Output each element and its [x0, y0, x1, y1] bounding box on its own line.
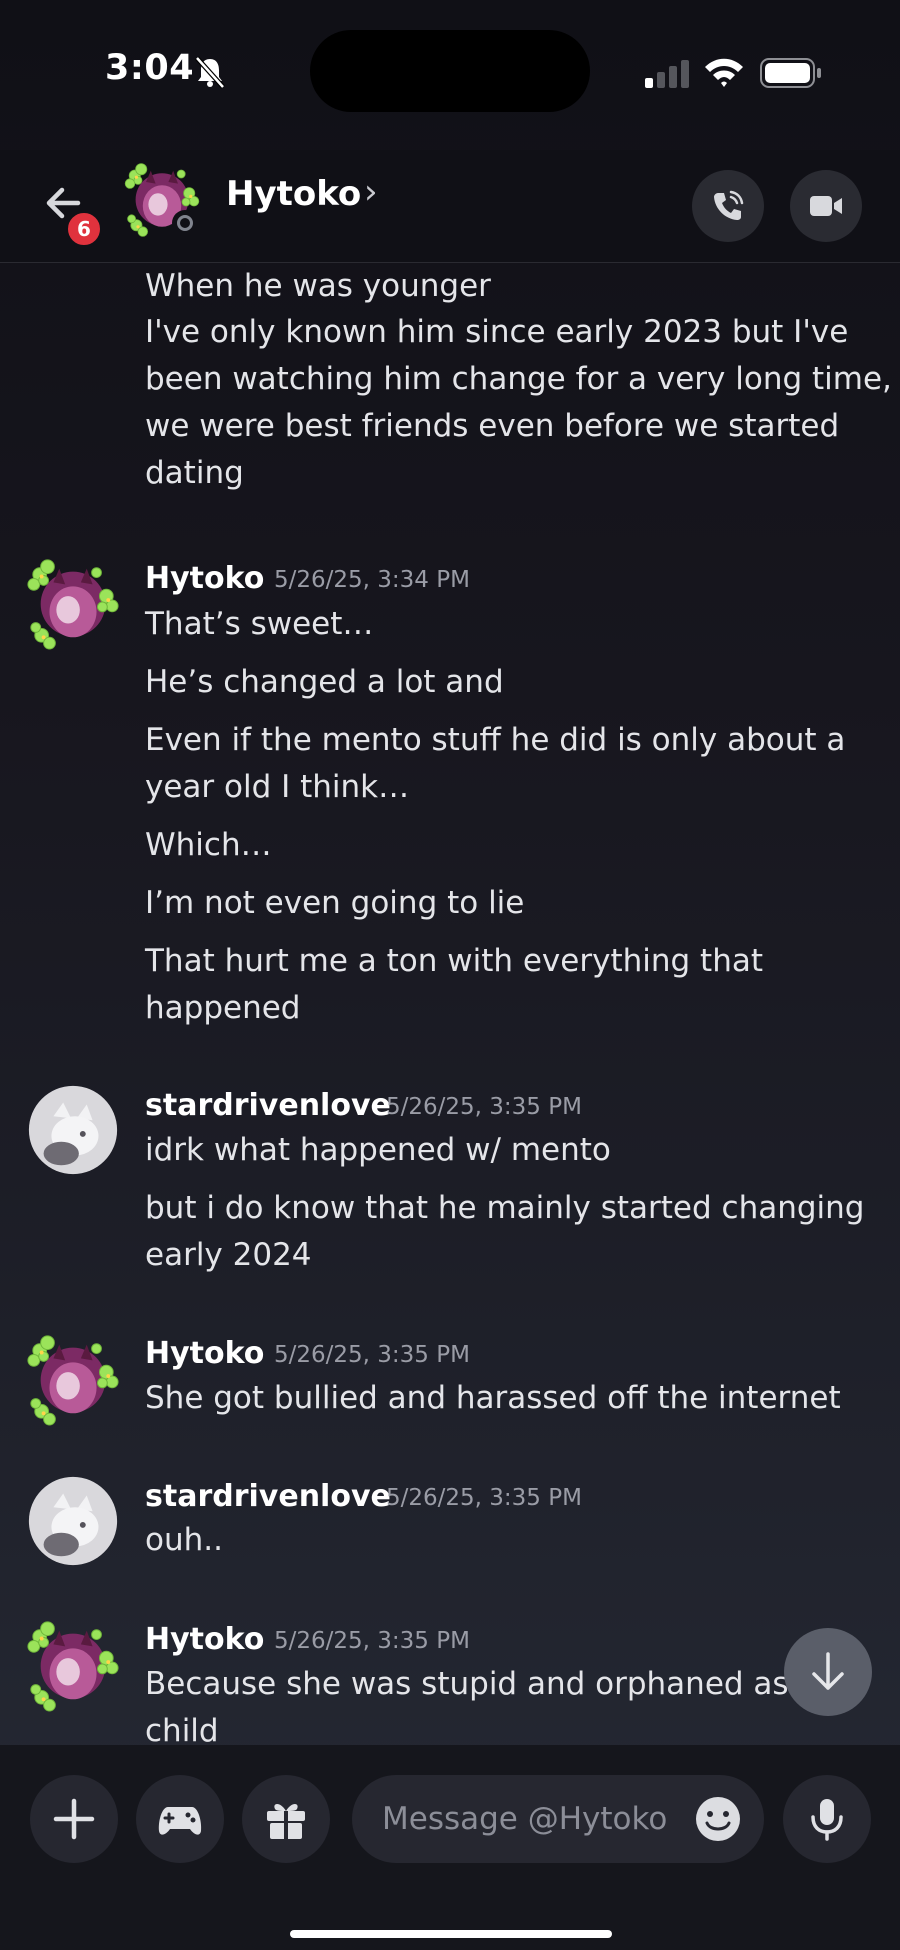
emoji-icon[interactable] — [692, 1793, 744, 1845]
message-list[interactable]: When he was younger I've only known him … — [0, 263, 900, 1745]
message-timestamp: 5/26/25, 3:35 PM — [386, 1094, 582, 1120]
battery-icon — [760, 58, 821, 88]
message-line: He’s changed a lot and — [145, 664, 504, 700]
voice-call-button[interactable] — [692, 170, 764, 242]
user-avatar[interactable] — [24, 1081, 122, 1179]
message-line: early 2024 — [145, 1237, 312, 1273]
message-line: Which… — [145, 827, 272, 863]
message-line: When he was younger — [145, 268, 491, 304]
dynamic-island — [310, 30, 590, 112]
message-input[interactable] — [382, 1797, 682, 1841]
chevron-right-icon[interactable]: › — [364, 172, 378, 212]
message-line: happened — [145, 990, 301, 1026]
user-avatar[interactable] — [24, 1615, 122, 1713]
message-input-container[interactable] — [352, 1775, 764, 1863]
message-author[interactable]: Hytoko — [145, 561, 264, 596]
video-camera-icon — [810, 196, 842, 216]
message-author[interactable]: Hytoko — [145, 1622, 264, 1657]
cellular-signal-icon — [645, 60, 689, 88]
voice-message-button[interactable] — [783, 1775, 871, 1863]
message-line: I've only known him since early 2023 but… — [145, 314, 849, 350]
plus-icon — [53, 1798, 95, 1840]
unread-count-badge: 6 — [65, 210, 103, 248]
jump-to-latest-button[interactable] — [784, 1628, 872, 1716]
gamepad-icon — [158, 1807, 202, 1835]
message-line: child — [145, 1713, 219, 1745]
status-time: 3:04 — [105, 48, 195, 88]
message-timestamp: 5/26/25, 3:35 PM — [386, 1485, 582, 1511]
message-timestamp: 5/26/25, 3:35 PM — [274, 1628, 470, 1654]
message-timestamp: 5/26/25, 3:34 PM — [274, 567, 470, 593]
activities-button[interactable] — [136, 1775, 224, 1863]
message-timestamp: 5/26/25, 3:35 PM — [274, 1342, 470, 1368]
voice-call-icon — [714, 190, 744, 220]
message-line: idrk what happened w/ mento — [145, 1132, 611, 1168]
message-line: Even if the mento stuff he did is only a… — [145, 722, 846, 758]
conversation-header: 6 Hytoko › — [0, 150, 900, 263]
silent-bell-icon — [195, 56, 225, 89]
message-line: She got bullied and harassed off the int… — [145, 1380, 841, 1416]
message-line: That’s sweet… — [145, 606, 374, 642]
offline-status-indicator — [172, 210, 198, 236]
message-author[interactable]: Hytoko — [145, 1336, 264, 1371]
gift-button[interactable] — [242, 1775, 330, 1863]
message-line: dating — [145, 455, 244, 491]
user-avatar[interactable] — [24, 553, 122, 651]
message-line: been watching him change for a very long… — [145, 361, 892, 397]
user-avatar[interactable] — [24, 1329, 122, 1427]
gift-icon — [267, 1804, 305, 1839]
user-avatar[interactable] — [24, 1472, 122, 1570]
message-line: year old I think… — [145, 769, 410, 805]
message-line: but i do know that he mainly started cha… — [145, 1190, 865, 1226]
message-author[interactable]: stardrivenlove — [145, 1479, 391, 1514]
attach-button[interactable] — [30, 1775, 118, 1863]
microphone-icon — [811, 1799, 843, 1841]
message-line: we were best friends even before we star… — [145, 408, 840, 444]
message-author[interactable]: stardrivenlove — [145, 1088, 391, 1123]
wifi-icon — [705, 58, 743, 87]
arrow-down-icon — [812, 1652, 844, 1690]
message-line: Because she was stupid and orphaned as a — [145, 1666, 818, 1702]
status-bar: 3:04 — [0, 0, 900, 150]
message-composer — [0, 1745, 900, 1950]
video-call-button[interactable] — [790, 170, 862, 242]
message-line: That hurt me a ton with everything that — [145, 943, 763, 979]
contact-name[interactable]: Hytoko — [226, 174, 361, 214]
message-line: I’m not even going to lie — [145, 885, 525, 921]
home-indicator — [290, 1930, 612, 1938]
message-line: ouh.. — [145, 1522, 223, 1558]
